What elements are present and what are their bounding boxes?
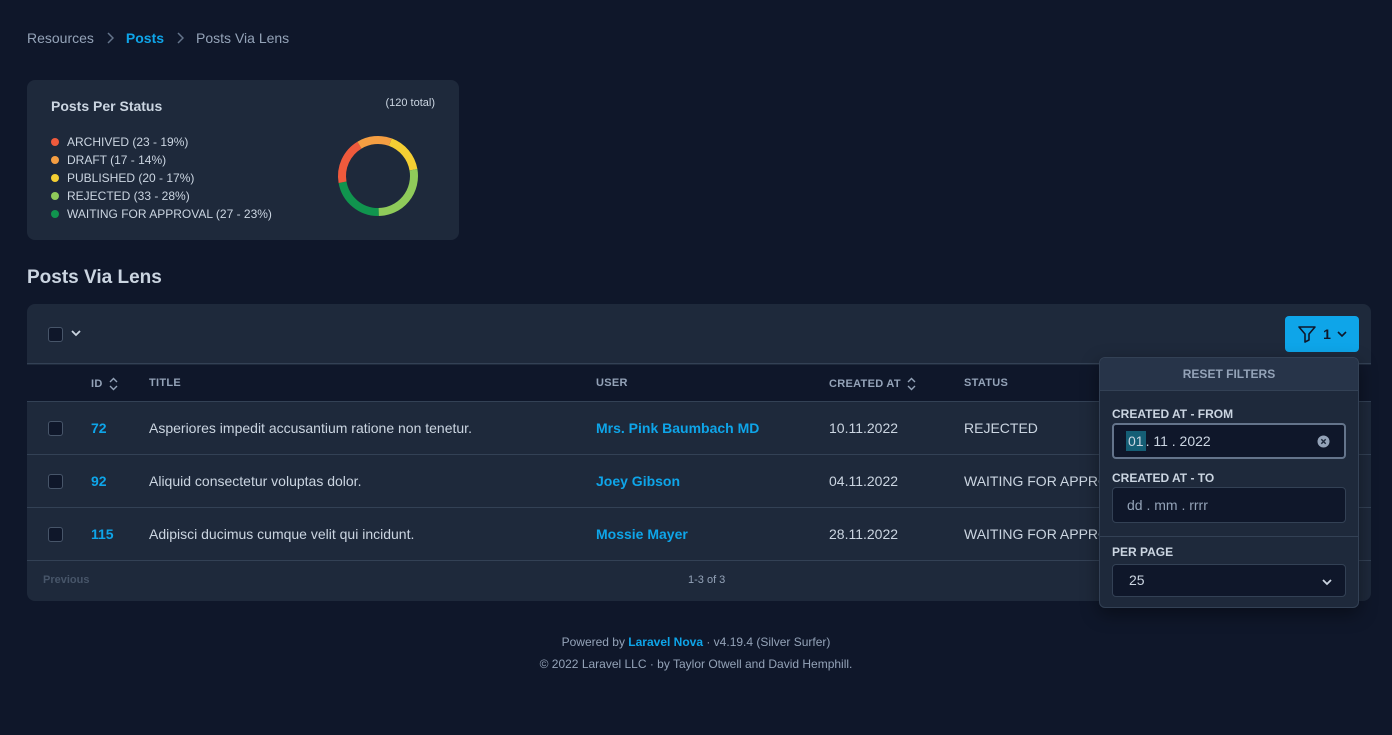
page-title: Posts Via Lens xyxy=(27,267,162,288)
row-id-link[interactable]: 92 xyxy=(91,473,107,489)
legend-dot xyxy=(51,156,59,164)
donut-slice xyxy=(378,169,418,216)
filter-icon xyxy=(1298,326,1316,343)
card-total: (120 total) xyxy=(385,97,435,109)
legend-item: WAITING FOR APPROVAL (27 - 23%) xyxy=(51,205,272,223)
column-user: USER xyxy=(596,377,628,389)
created-at-from-label: CREATED AT - FROM xyxy=(1112,407,1234,421)
legend-dot xyxy=(51,210,59,218)
legend-item: ARCHIVED (23 - 19%) xyxy=(51,133,272,151)
donut-slice xyxy=(357,136,392,149)
created-at-from-input[interactable]: 01. 11 . 2022 xyxy=(1112,423,1346,459)
per-page-select[interactable]: 25 xyxy=(1112,564,1346,597)
row-user-link[interactable]: Joey Gibson xyxy=(596,473,680,489)
row-checkbox[interactable] xyxy=(48,421,63,436)
breadcrumb-current: Posts Via Lens xyxy=(196,30,290,46)
donut-slice xyxy=(338,181,379,216)
sort-icon xyxy=(907,377,916,391)
row-created-at: 04.11.2022 xyxy=(829,473,899,489)
reset-filters-button[interactable]: RESET FILTERS xyxy=(1100,358,1358,391)
per-page-label: PER PAGE xyxy=(1112,545,1174,559)
legend-label: REJECTED (33 - 28%) xyxy=(67,189,190,203)
card-title: Posts Per Status xyxy=(51,98,163,114)
row-id-link[interactable]: 115 xyxy=(91,526,114,542)
date-day-segment[interactable]: 01 xyxy=(1126,431,1146,451)
filter-dropdown: RESET FILTERS CREATED AT - FROM 01. 11 .… xyxy=(1099,357,1359,608)
legend-dot xyxy=(51,192,59,200)
footer-copyright: © 2022 Laravel LLC · by Taylor Otwell an… xyxy=(539,657,853,671)
row-title: Aliquid consectetur voluptas dolor. xyxy=(149,473,362,489)
donut-slice xyxy=(388,138,418,171)
column-title: TITLE xyxy=(149,377,182,389)
row-checkbox[interactable] xyxy=(48,527,63,542)
chevron-right-icon xyxy=(164,32,196,44)
legend-label: ARCHIVED (23 - 19%) xyxy=(67,135,189,149)
row-user-link[interactable]: Mossie Mayer xyxy=(596,526,688,542)
row-checkbox[interactable] xyxy=(48,474,63,489)
posts-per-status-card: Posts Per Status (120 total) ARCHIVED (2… xyxy=(27,80,459,240)
chevron-down-icon xyxy=(1322,579,1332,586)
date-rest-segment[interactable]: . 11 . 2022 xyxy=(1146,433,1211,449)
previous-button[interactable]: Previous xyxy=(43,574,89,586)
row-created-at: 10.11.2022 xyxy=(829,420,899,436)
row-created-at: 28.11.2022 xyxy=(829,526,899,542)
pagination-count: 1-3 of 3 xyxy=(688,574,726,586)
select-all-checkbox[interactable] xyxy=(48,327,63,342)
legend-label: DRAFT (17 - 14%) xyxy=(67,153,167,167)
row-title: Adipisci ducimus cumque velit qui incidu… xyxy=(149,526,415,542)
chevron-down-icon xyxy=(1337,331,1347,338)
date-placeholder: dd . mm . rrrr xyxy=(1127,497,1208,513)
status-donut-chart xyxy=(338,136,418,216)
chevron-down-icon[interactable] xyxy=(70,326,82,340)
chart-legend: ARCHIVED (23 - 19%) DRAFT (17 - 14%) PUBLI… xyxy=(51,133,272,223)
filter-button[interactable]: 1 xyxy=(1285,316,1359,352)
row-status: REJECTED xyxy=(964,420,1038,436)
legend-label: PUBLISHED (20 - 17%) xyxy=(67,171,195,185)
row-user-link[interactable]: Mrs. Pink Baumbach MD xyxy=(596,420,759,436)
footer-powered: Powered by Laravel Nova · v4.19.4 (Silve… xyxy=(561,635,831,649)
breadcrumb-resources[interactable]: Resources xyxy=(27,30,94,46)
created-at-to-label: CREATED AT - TO xyxy=(1112,471,1215,485)
column-created-at[interactable]: CREATED AT xyxy=(829,377,916,391)
per-page-value: 25 xyxy=(1129,572,1145,588)
legend-item: PUBLISHED (20 - 17%) xyxy=(51,169,272,187)
legend-dot xyxy=(51,174,59,182)
legend-dot xyxy=(51,138,59,146)
row-title: Asperiores impedit accusantium ratione n… xyxy=(149,420,472,436)
column-id[interactable]: ID xyxy=(91,377,118,391)
table-toolbar: 1 xyxy=(27,304,1371,364)
legend-item: REJECTED (33 - 28%) xyxy=(51,187,272,205)
row-id-link[interactable]: 72 xyxy=(91,420,107,436)
column-status: STATUS xyxy=(964,377,1009,389)
legend-label: WAITING FOR APPROVAL (27 - 23%) xyxy=(67,207,272,221)
donut-slice xyxy=(338,141,362,183)
clear-icon[interactable] xyxy=(1317,435,1330,448)
divider xyxy=(1100,536,1358,537)
sort-icon xyxy=(109,377,118,391)
legend-item: DRAFT (17 - 14%) xyxy=(51,151,272,169)
breadcrumb: Resources Posts Posts Via Lens xyxy=(27,30,289,46)
breadcrumb-posts[interactable]: Posts xyxy=(126,30,164,46)
chevron-right-icon xyxy=(94,32,126,44)
laravel-nova-link[interactable]: Laravel Nova xyxy=(628,635,703,649)
created-at-to-input[interactable]: dd . mm . rrrr xyxy=(1112,487,1346,523)
filter-count: 1 xyxy=(1323,326,1331,342)
